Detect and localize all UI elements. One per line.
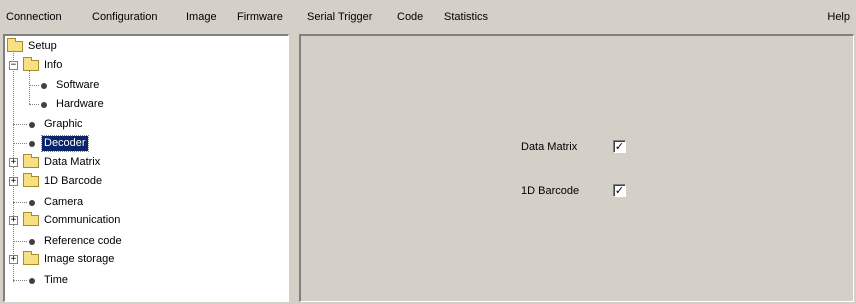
- tree-item-reference-code[interactable]: Reference code: [27, 233, 124, 250]
- tree-line: [29, 70, 30, 104]
- expand-icon[interactable]: +: [9, 177, 18, 186]
- tree-item-decoder[interactable]: Decoder: [27, 135, 89, 152]
- tree-item-hardware[interactable]: Hardware: [39, 96, 106, 113]
- bullet-icon: [29, 121, 35, 128]
- folder-icon: [23, 251, 39, 265]
- tree-item-label: Hardware: [56, 98, 104, 110]
- tree-line: [13, 143, 27, 144]
- folder-icon: [23, 154, 39, 168]
- 1d-barcode-checkbox[interactable]: ✓: [613, 184, 626, 197]
- menu-serial-trigger[interactable]: Serial Trigger: [307, 11, 372, 24]
- menu-statistics[interactable]: Statistics: [444, 11, 488, 24]
- tree-item-label: Communication: [44, 214, 121, 226]
- pane-splitter[interactable]: [289, 34, 299, 304]
- menu-firmware[interactable]: Firmware: [237, 11, 283, 24]
- data-matrix-checkbox[interactable]: ✓: [613, 140, 626, 153]
- tree-item-label: Software: [56, 79, 100, 91]
- bullet-icon: [29, 277, 35, 284]
- folder-icon: [23, 57, 39, 71]
- folder-icon: [23, 212, 39, 226]
- menu-configuration[interactable]: Configuration: [92, 11, 157, 24]
- tree-item-label: Camera: [44, 196, 84, 208]
- tree-item-label: Reference code: [44, 235, 122, 247]
- tree-line: [13, 202, 27, 203]
- tree-item-camera[interactable]: Camera: [27, 194, 85, 211]
- tree-item-data-matrix[interactable]: Data Matrix: [23, 154, 102, 171]
- menu-connection[interactable]: Connection: [6, 11, 62, 24]
- tree-item-label: Setup: [28, 40, 57, 52]
- menu-help[interactable]: Help: [827, 11, 850, 24]
- menu-bar: Connection Configuration Image Firmware …: [0, 0, 856, 34]
- tree-item-label: Data Matrix: [44, 156, 101, 168]
- tree-item-info[interactable]: Info: [23, 57, 64, 74]
- data-matrix-option-label: Data Matrix: [521, 141, 578, 153]
- tree-line: [13, 280, 27, 281]
- tree-line: [13, 124, 27, 125]
- tree-item-image-storage[interactable]: Image storage: [23, 251, 116, 268]
- bullet-icon: [41, 82, 47, 89]
- tree-item-graphic[interactable]: Graphic: [27, 116, 85, 133]
- tree-item-label: 1D Barcode: [44, 175, 103, 187]
- folder-icon: [7, 38, 23, 52]
- bullet-icon: [41, 101, 47, 108]
- decoder-settings-panel: Data Matrix ✓ 1D Barcode ✓: [299, 34, 854, 302]
- tree-item-setup[interactable]: Setup: [7, 38, 59, 55]
- expand-icon[interactable]: +: [9, 158, 18, 167]
- bullet-icon: [29, 140, 35, 147]
- tree-line: [29, 104, 39, 105]
- setup-tree[interactable]: Setup − Info Software Hardware Graphic D…: [3, 34, 289, 302]
- tree-item-label: Time: [44, 274, 69, 286]
- tree-item-label: Info: [44, 59, 63, 71]
- menu-image[interactable]: Image: [186, 11, 217, 24]
- tree-item-1d-barcode[interactable]: 1D Barcode: [23, 173, 104, 190]
- bullet-icon: [29, 199, 35, 206]
- tree-item-communication[interactable]: Communication: [23, 212, 122, 229]
- tree-item-time[interactable]: Time: [27, 272, 70, 289]
- bullet-icon: [29, 238, 35, 245]
- menu-code[interactable]: Code: [397, 11, 423, 24]
- tree-item-label: Image storage: [44, 253, 115, 265]
- tree-line: [29, 85, 39, 86]
- 1d-barcode-option-label: 1D Barcode: [521, 185, 580, 197]
- tree-item-label: Decoder: [41, 135, 89, 152]
- tree-line: [13, 241, 27, 242]
- tree-item-label: Graphic: [44, 118, 83, 130]
- expand-icon[interactable]: +: [9, 255, 18, 264]
- tree-item-software[interactable]: Software: [39, 77, 101, 94]
- folder-icon: [23, 173, 39, 187]
- collapse-icon[interactable]: −: [9, 61, 18, 70]
- expand-icon[interactable]: +: [9, 216, 18, 225]
